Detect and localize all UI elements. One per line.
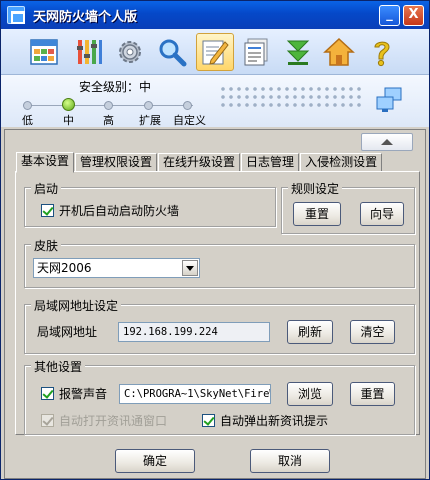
search-icon[interactable]	[153, 33, 191, 71]
basic-settings-page: 启动 开机后自动启动防火墙 规则设定 重置 向导 皮肤 天网2006 局域网地址…	[15, 171, 420, 435]
minimize-button[interactable]: _	[379, 5, 400, 26]
app-rules-icon[interactable]	[25, 33, 63, 71]
settings-gear-icon[interactable]	[111, 33, 149, 71]
level-low-dot[interactable]	[23, 101, 32, 110]
rules-wizard-button[interactable]: 向导	[360, 202, 404, 226]
tab-permission-settings[interactable]: 管理权限设置	[75, 153, 158, 172]
cancel-button[interactable]: 取消	[250, 449, 330, 473]
network-status-icon[interactable]	[375, 87, 403, 113]
settings-tabs: 基本设置 管理权限设置 在线升级设置 日志管理 入侵检测设置	[16, 152, 383, 173]
autostart-checkbox[interactable]	[41, 204, 54, 217]
alarm-sound-label: 报警声音	[59, 387, 108, 401]
help-icon[interactable]	[363, 33, 401, 71]
security-level-text: 安全级别：中	[79, 80, 152, 94]
chevron-down-icon[interactable]	[182, 260, 198, 276]
other-settings-group-title: 其他设置	[31, 358, 86, 375]
level-custom-label: 自定义	[173, 114, 206, 127]
skin-group-title: 皮肤	[31, 237, 62, 254]
rules-group: 规则设定 重置 向导	[281, 180, 415, 234]
collapse-panel-button[interactable]	[361, 133, 413, 151]
level-medium-dot[interactable]	[62, 98, 75, 111]
level-custom-dot[interactable]	[183, 101, 192, 110]
other-settings-group: 其他设置 报警声音 C:\PROGRA~1\SkyNet\FireWall 浏览…	[24, 358, 415, 435]
other-reset-button[interactable]: 重置	[350, 382, 395, 406]
window-title: 天网防火墙个人版	[33, 9, 138, 25]
startup-group: 启动 开机后自动启动防火墙	[24, 180, 276, 227]
rules-reset-button[interactable]: 重置	[293, 202, 341, 226]
level-high-label: 高	[103, 114, 114, 127]
auto-popup-news-checkbox[interactable]	[202, 414, 215, 427]
tab-online-update-settings[interactable]: 在线升级设置	[158, 153, 241, 172]
browse-button[interactable]: 浏览	[287, 382, 333, 406]
lan-clear-button[interactable]: 清空	[350, 320, 395, 344]
tab-basic-settings[interactable]: 基本设置	[16, 152, 75, 173]
security-level-panel: 安全级别：中 低 中 高 扩展 自定义	[1, 75, 429, 127]
level-extended-label: 扩展	[139, 114, 161, 127]
level-medium-label: 中	[63, 114, 74, 127]
rules-group-title: 规则设定	[288, 180, 343, 197]
title-bar[interactable]: 天网防火墙个人版 _ X	[1, 1, 429, 29]
tab-log-management[interactable]: 日志管理	[241, 153, 300, 172]
auto-open-info-window-checkbox[interactable]	[41, 414, 54, 427]
settings-panel: 基本设置 管理权限设置 在线升级设置 日志管理 入侵检测设置 启动 开机后自动启…	[4, 129, 426, 479]
autostart-label: 开机后自动启动防火墙	[59, 204, 180, 218]
firewall-settings-window: 天网防火墙个人版 _ X 安全级别：中 低 中 高 扩展 自定义 基本设置 管理…	[0, 0, 430, 480]
alarm-sound-checkbox[interactable]	[41, 387, 54, 400]
close-button[interactable]: X	[403, 5, 424, 26]
lan-address-group-title: 局域网地址设定	[31, 297, 122, 314]
ok-button[interactable]: 确定	[115, 449, 195, 473]
level-low-label: 低	[22, 114, 33, 127]
level-high-dot[interactable]	[104, 101, 113, 110]
ip-rules-icon[interactable]	[70, 33, 108, 71]
level-extended-dot[interactable]	[144, 101, 153, 110]
lan-address-group: 局域网地址设定 局域网地址 192.168.199.224 刷新 清空	[24, 297, 415, 354]
app-icon	[7, 6, 25, 24]
network-activity-dots	[219, 85, 363, 109]
home-icon[interactable]	[320, 33, 358, 71]
auto-popup-news-label: 自动弹出新资讯提示	[220, 414, 329, 428]
skin-select-value: 天网2006	[37, 261, 92, 275]
lan-address-label: 局域网地址	[37, 325, 98, 339]
log-edit-icon[interactable]	[196, 33, 234, 71]
main-toolbar	[1, 29, 429, 75]
startup-group-title: 启动	[31, 180, 62, 197]
alarm-sound-path-field[interactable]: C:\PROGRA~1\SkyNet\FireWall	[119, 384, 271, 404]
skin-select[interactable]: 天网2006	[33, 258, 200, 278]
download-icon[interactable]	[279, 33, 317, 71]
list-icon[interactable]	[237, 33, 275, 71]
skin-group: 皮肤 天网2006	[24, 237, 415, 288]
lan-refresh-button[interactable]: 刷新	[287, 320, 333, 344]
lan-address-field[interactable]: 192.168.199.224	[118, 322, 270, 342]
tab-intrusion-detection-settings[interactable]: 入侵检测设置	[300, 153, 383, 172]
auto-open-info-window-label: 自动打开资讯通窗口	[59, 414, 168, 428]
